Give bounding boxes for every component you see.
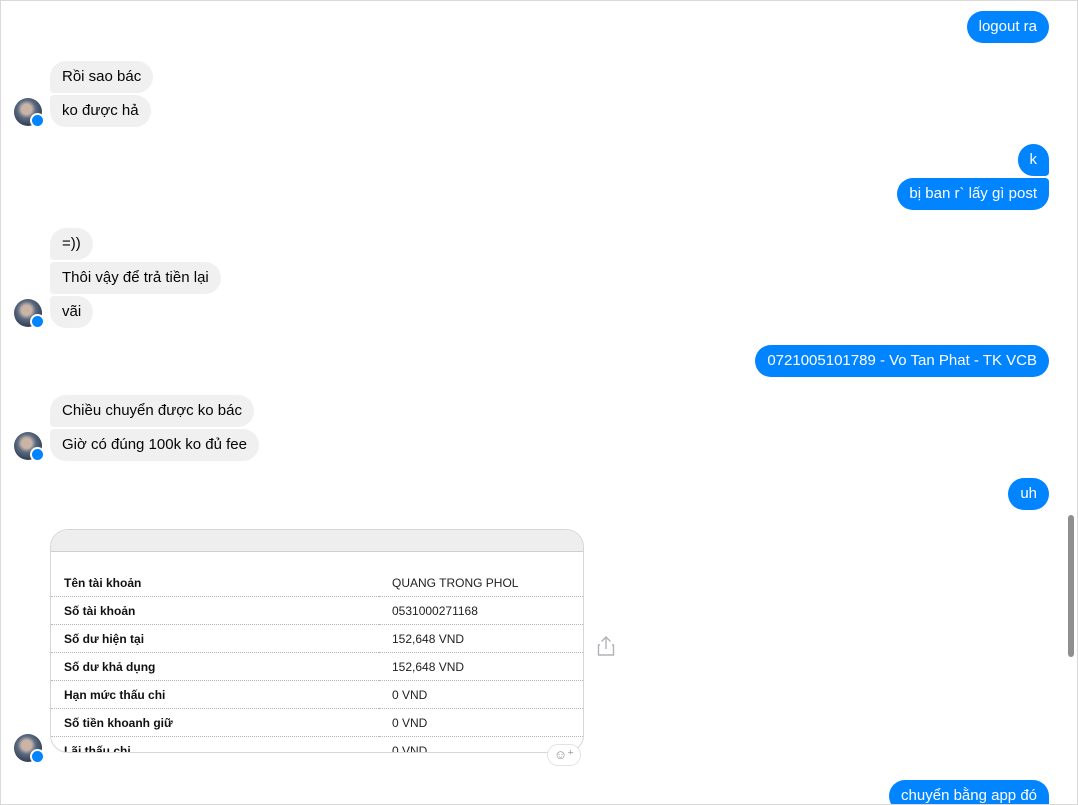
row-value: QUANG TRONG PHOL	[379, 569, 583, 597]
table-row: Số dư hiện tại 152,648 VND	[51, 624, 583, 653]
message-incoming[interactable]: Rồi sao bác	[50, 61, 154, 93]
table-row: Số tài khoản 0531000271168	[51, 596, 583, 625]
message-outgoing[interactable]: 0721005101789 - Vo Tan Phat - TK VCB	[755, 345, 1049, 377]
table-row: Số tiền khoanh giữ 0 VND	[51, 708, 583, 737]
messenger-badge-icon	[30, 447, 45, 462]
message-incoming[interactable]: Thôi vậy để trả tiền lại	[50, 262, 221, 294]
contact-avatar[interactable]	[14, 734, 45, 764]
message-outgoing[interactable]: chuyển bằng app đó	[889, 780, 1049, 804]
message-incoming[interactable]: Giờ có đúng 100k ko đủ fee	[50, 429, 259, 461]
message-incoming[interactable]: Chiều chuyển được ko bác	[50, 395, 254, 427]
message-outgoing[interactable]: uh	[1008, 478, 1049, 510]
chat-thread: logout ra Rồi sao bác ko được hả k bị ba…	[0, 0, 1078, 805]
message-incoming[interactable]: ko được hả	[50, 95, 151, 127]
messenger-badge-icon	[30, 314, 45, 329]
row-label: Lãi thấu chi	[51, 736, 379, 752]
message-outgoing[interactable]: logout ra	[966, 11, 1049, 43]
row-label: Hạn mức thấu chi	[51, 680, 379, 709]
scrollbar-thumb[interactable]	[1068, 515, 1074, 657]
messenger-badge-icon	[30, 113, 45, 128]
add-reaction-icon[interactable]: ☺⁺	[547, 744, 581, 766]
contact-avatar[interactable]	[14, 98, 45, 128]
row-label: Tên tài khoản	[51, 569, 379, 597]
row-value: 152,648 VND	[379, 652, 583, 681]
message-incoming[interactable]: vãi	[50, 296, 94, 328]
row-label: Số dư hiện tại	[51, 624, 379, 653]
attachment-header	[51, 530, 583, 552]
table-row: Hạn mức thấu chi 0 VND	[51, 680, 583, 709]
row-value: 0531000271168	[379, 596, 583, 625]
row-value: 0 VND	[379, 680, 583, 709]
table-row: Tên tài khoản QUANG TRONG PHOL	[51, 569, 583, 597]
row-value: 152,648 VND	[379, 624, 583, 653]
row-label: Số tài khoản	[51, 596, 379, 625]
message-outgoing[interactable]: bị ban r` lấy gì post	[897, 178, 1049, 210]
row-label: Số tiền khoanh giữ	[51, 708, 379, 737]
message-outgoing[interactable]: k	[1017, 144, 1049, 176]
row-label: Số dư khả dụng	[51, 652, 379, 681]
contact-avatar[interactable]	[14, 299, 45, 329]
share-icon[interactable]	[596, 635, 616, 657]
table-row: Số dư khả dụng 152,648 VND	[51, 652, 583, 681]
messenger-badge-icon	[30, 749, 45, 764]
account-info-table: Tên tài khoản QUANG TRONG PHOL Số tài kho…	[51, 569, 583, 752]
table-row: Lãi thấu chi 0 VND	[51, 736, 583, 752]
contact-avatar[interactable]	[14, 432, 45, 462]
message-incoming[interactable]: =))	[50, 228, 93, 260]
row-value: 0 VND	[379, 708, 583, 737]
account-info-attachment[interactable]: Tên tài khoản QUANG TRONG PHOL Số tài kho…	[50, 529, 584, 753]
